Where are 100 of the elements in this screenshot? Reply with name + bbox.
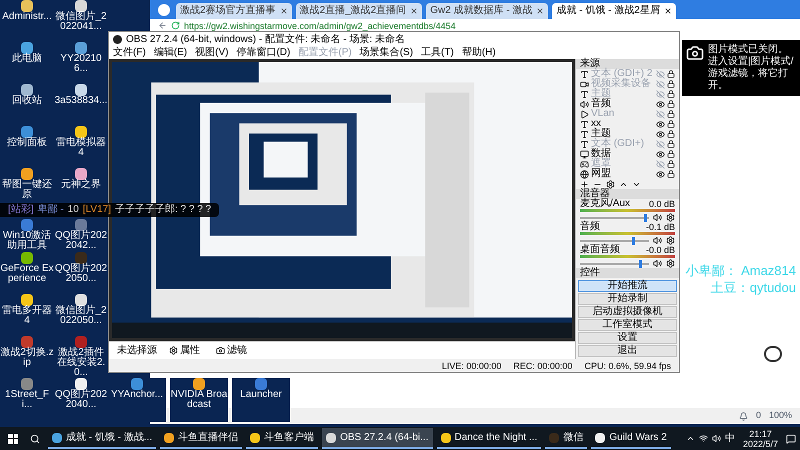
taskbar-button[interactable]: 斗鱼客户端 (246, 428, 318, 449)
desktop-icon-label[interactable]: QQ图片2022042... (54, 231, 108, 251)
add-icon[interactable] (580, 180, 589, 188)
browser-tab[interactable]: 成就 - 饥饿 - 激战2星屑 (552, 3, 676, 19)
tray-chevron-icon[interactable] (686, 434, 695, 443)
app-icon[interactable] (75, 294, 87, 306)
taskbar-button[interactable]: 微信 (545, 428, 588, 449)
desktop-icon-label[interactable]: 此电脑 (0, 54, 54, 64)
source-row[interactable]: 主题 (576, 129, 679, 139)
lock-icon[interactable] (667, 110, 675, 118)
desktop-icon-label[interactable]: 控制面板 (0, 138, 54, 148)
speaker-icon[interactable] (712, 434, 721, 443)
slider-thumb[interactable] (632, 236, 636, 244)
taskbar-button[interactable]: 成就 - 饥饿 - 激战... (48, 428, 156, 449)
reload-icon[interactable] (171, 21, 180, 30)
bell-icon[interactable] (738, 412, 748, 420)
lock-icon[interactable] (667, 90, 675, 98)
app-icon[interactable] (21, 294, 33, 306)
app-icon[interactable] (21, 0, 33, 12)
desktop-icon-label[interactable]: 1Street_Fi... (0, 390, 54, 410)
close-icon[interactable] (410, 7, 418, 15)
desktop-icon-label[interactable]: 元神之界 (54, 180, 108, 190)
ime-indicator[interactable]: 中 (724, 433, 735, 444)
lock-icon[interactable] (667, 170, 675, 178)
desktop-icon-label[interactable]: 雷电模拟器4 (54, 138, 108, 158)
source-action-button[interactable]: 滤镜 (212, 345, 251, 356)
slider-thumb[interactable] (644, 214, 647, 222)
desktop-icon-label[interactable]: 帮图一键还原 (0, 180, 54, 200)
lock-icon[interactable] (667, 80, 675, 88)
control-button[interactable]: 开始推流 (578, 280, 677, 292)
eye-icon[interactable] (656, 130, 665, 138)
desktop-icon-label[interactable]: QQ图片2022040... (54, 390, 108, 410)
app-icon[interactable] (21, 252, 33, 264)
source-row[interactable]: 音频 (576, 99, 679, 109)
menu-item[interactable]: 编辑(E) (154, 47, 188, 58)
app-icon[interactable] (75, 126, 87, 138)
app-icon[interactable] (21, 126, 33, 138)
browser-tab[interactable]: 激战2赛场官方直播事 (176, 3, 292, 19)
menu-item[interactable]: 停靠窗口(D) (236, 47, 290, 58)
taskbar-button[interactable]: Dance the Night ... (436, 428, 542, 449)
close-icon[interactable] (536, 7, 544, 15)
desktop-icon-label[interactable]: 激战2插件在线安装2.0... (54, 348, 108, 378)
settings-icon[interactable] (666, 236, 675, 245)
source-action-button[interactable]: 属性 (165, 345, 204, 356)
desktop-icon-label[interactable]: 雷电多开器4 (0, 306, 54, 326)
desktop-icon-label[interactable]: 微信图片_2022050... (54, 306, 108, 326)
slider-thumb[interactable] (639, 260, 642, 268)
source-row[interactable]: 数据 (576, 149, 679, 159)
menu-item[interactable]: 工具(T) (421, 47, 454, 58)
start-icon[interactable] (8, 434, 18, 444)
desktop-icon-label[interactable]: Win10激活助用工具 (0, 231, 54, 251)
control-button[interactable]: 设置 (578, 332, 677, 344)
menu-item[interactable]: 帮助(H) (462, 47, 496, 58)
eye-icon[interactable] (656, 170, 665, 178)
search-icon[interactable] (30, 434, 40, 444)
app-icon[interactable] (21, 168, 33, 180)
app-icon[interactable] (75, 378, 87, 390)
control-button[interactable]: 启动虚拟摄像机 (578, 306, 677, 318)
eye-icon[interactable] (656, 150, 665, 158)
taskbar-button[interactable]: 斗鱼直播伴侣 (160, 428, 242, 449)
app-icon[interactable] (75, 0, 87, 12)
close-icon[interactable] (280, 7, 288, 15)
taskbar-button[interactable]: Guild Wars 2 (591, 428, 671, 449)
desktop-icon-label[interactable]: 回收站 (0, 96, 54, 106)
close-icon[interactable] (664, 7, 672, 15)
app-icon[interactable] (75, 84, 87, 96)
zoom-level[interactable]: 100% (768, 409, 792, 423)
settings-icon[interactable] (606, 180, 615, 188)
app-icon[interactable] (21, 84, 33, 96)
volume-slider[interactable] (580, 260, 649, 268)
lock-icon[interactable] (667, 140, 675, 148)
app-icon[interactable] (75, 252, 87, 264)
settings-icon[interactable] (666, 213, 675, 222)
lock-icon[interactable] (667, 130, 675, 138)
browser-tab[interactable]: 激战2直播_激战2直播间 (296, 3, 422, 19)
app-icon[interactable] (193, 378, 205, 390)
speaker-icon[interactable] (653, 236, 662, 245)
volume-slider[interactable] (580, 214, 649, 222)
app-icon[interactable] (75, 168, 87, 180)
network-icon[interactable] (698, 434, 708, 443)
lock-icon[interactable] (667, 70, 675, 78)
desktop-icon-label[interactable]: QQ图片2022050... (54, 264, 108, 284)
desktop-icon-label[interactable]: 激战2切换.zip (0, 348, 54, 368)
desktop-icon-label[interactable]: 3a538834... (54, 96, 108, 106)
volume-slider[interactable] (580, 236, 649, 244)
settings-icon[interactable] (666, 259, 675, 268)
lock-icon[interactable] (667, 150, 675, 158)
speaker-icon[interactable] (653, 259, 662, 268)
control-button[interactable]: 开始录制 (578, 293, 677, 305)
clock-time[interactable]: 21:17 (749, 428, 772, 438)
app-icon[interactable] (75, 219, 87, 231)
lock-icon[interactable] (667, 160, 675, 168)
notification-icon[interactable] (786, 434, 796, 444)
lock-icon[interactable] (667, 100, 675, 108)
speaker-icon[interactable] (653, 213, 662, 222)
eye-icon[interactable] (656, 120, 665, 128)
menu-item[interactable]: 场景集合(S) (360, 47, 414, 58)
menu-item[interactable]: 视图(V) (195, 47, 228, 58)
desktop-icon-label[interactable]: Administr... (0, 12, 54, 22)
browser-tab[interactable]: Gw2 成就数据库 - 激战 (426, 3, 548, 19)
